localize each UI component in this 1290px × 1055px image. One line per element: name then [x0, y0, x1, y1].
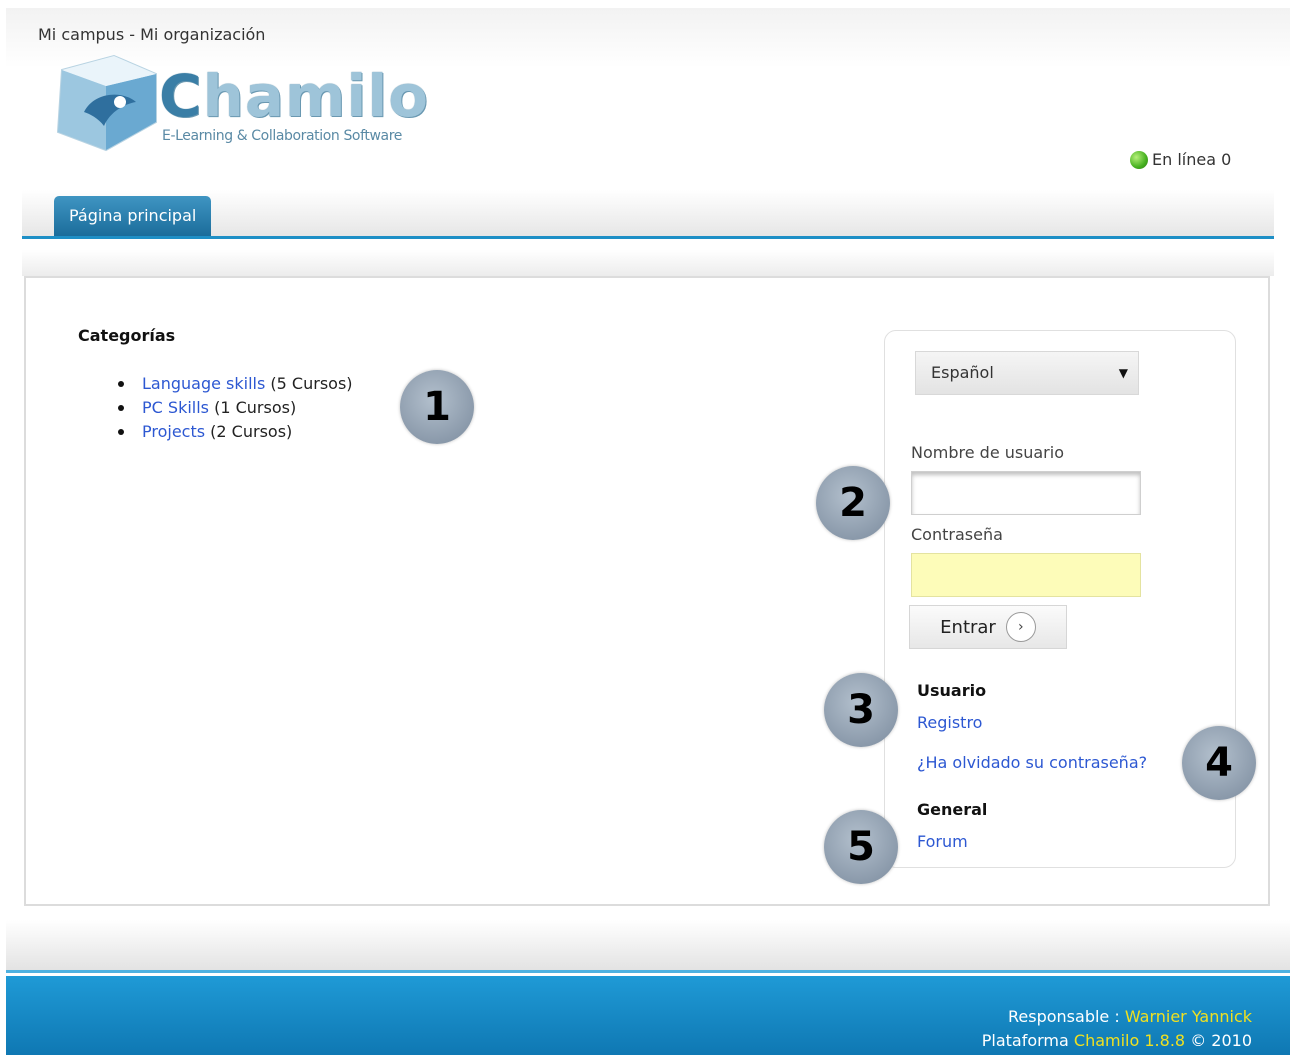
online-dot-icon	[1130, 150, 1148, 169]
category-count: (1 Cursos)	[214, 398, 297, 417]
register-link[interactable]: Registro	[917, 713, 982, 732]
category-count: (5 Cursos)	[270, 374, 353, 393]
logo-wordmark: Chamilo	[159, 62, 430, 130]
callout-badge-3: 3	[824, 673, 898, 747]
footer-platform: Plataforma Chamilo 1.8.8 © 2010	[981, 1031, 1252, 1050]
list-item: Language skills (5 Cursos)	[118, 372, 353, 396]
footer-band	[6, 920, 1290, 973]
username-label: Nombre de usuario	[911, 443, 1064, 462]
categories-list: Language skills (5 Cursos) PC Skills (1 …	[118, 372, 353, 444]
callout-badge-2: 2	[816, 466, 890, 540]
logo-tagline: E-Learning & Collaboration Software	[162, 128, 402, 144]
user-section-title: Usuario	[917, 681, 987, 700]
sub-navbar	[22, 250, 1274, 276]
list-item: Projects (2 Cursos)	[118, 420, 353, 444]
online-label: En línea 0	[1152, 150, 1232, 169]
category-link-language-skills[interactable]: Language skills	[142, 374, 265, 393]
callout-badge-5: 5	[824, 810, 898, 884]
login-button-label: Entrar	[940, 616, 996, 638]
online-users[interactable]: En línea 0	[1130, 150, 1231, 169]
list-item: PC Skills (1 Cursos)	[118, 396, 353, 420]
login-box: Español ▼ Nombre de usuario Contraseña E…	[884, 330, 1236, 868]
forgot-password-link[interactable]: ¿Ha olvidado su contraseña?	[917, 753, 1147, 772]
username-field[interactable]	[911, 471, 1141, 515]
forum-link[interactable]: Forum	[917, 832, 968, 851]
login-button[interactable]: Entrar ›	[909, 605, 1067, 649]
footer: Responsable : Warnier Yannick Plataforma…	[6, 976, 1290, 1055]
responsible-name-link[interactable]: Warnier Yannick	[1125, 1007, 1252, 1026]
password-field[interactable]	[911, 553, 1141, 597]
chamilo-logo[interactable]: Chamilo E-Learning & Collaboration Softw…	[44, 52, 428, 152]
language-value: Español	[931, 363, 994, 382]
general-section-title: General	[917, 800, 988, 819]
category-link-projects[interactable]: Projects	[142, 422, 205, 441]
category-link-pc-skills[interactable]: PC Skills	[142, 398, 209, 417]
category-count: (2 Cursos)	[210, 422, 293, 441]
main-navbar: Página principal	[22, 190, 1274, 239]
arrow-right-icon: ›	[1005, 612, 1036, 642]
dropdown-arrow-icon: ▼	[1118, 366, 1128, 380]
password-label: Contraseña	[911, 525, 1003, 544]
callout-badge-4: 4	[1182, 726, 1256, 800]
language-select[interactable]: Español ▼	[915, 351, 1139, 395]
categories-title: Categorías	[78, 326, 176, 345]
footer-responsible: Responsable : Warnier Yannick	[1008, 1007, 1252, 1026]
tab-home[interactable]: Página principal	[54, 196, 212, 236]
platform-link[interactable]: Chamilo 1.8.8	[1074, 1031, 1185, 1050]
chamilo-cube-icon	[56, 54, 157, 152]
site-name[interactable]: Mi campus - Mi organización	[38, 25, 265, 44]
main-content: Categorías Language skills (5 Cursos) PC…	[24, 276, 1270, 906]
callout-badge-1: 1	[400, 370, 474, 444]
